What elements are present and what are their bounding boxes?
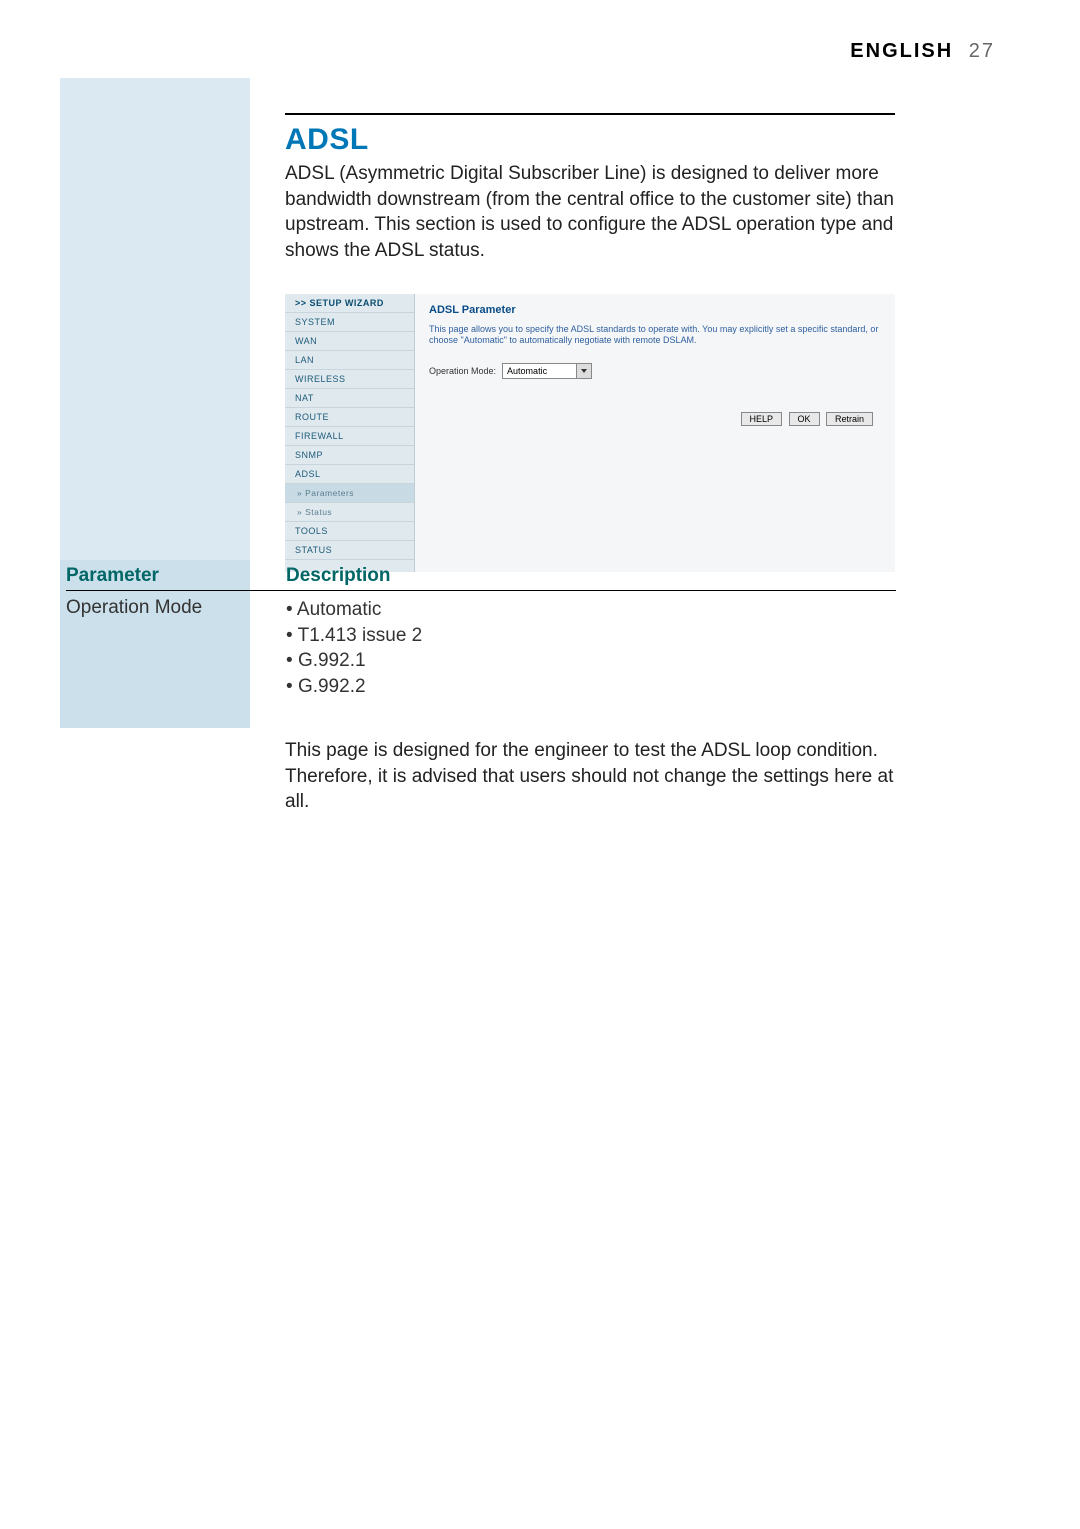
panel-title: ADSL Parameter (429, 304, 881, 316)
nav-status[interactable]: STATUS (285, 541, 414, 560)
option-g9921: G.992.1 (286, 648, 422, 674)
table-header-description: Description (286, 565, 391, 587)
nav-tools[interactable]: TOOLS (285, 522, 414, 541)
nav-route[interactable]: ROUTE (285, 408, 414, 427)
nav-parameters[interactable]: » Parameters (285, 484, 414, 503)
retrain-button[interactable]: Retrain (826, 412, 873, 426)
ok-button[interactable]: OK (789, 412, 820, 426)
nav-lan[interactable]: LAN (285, 351, 414, 370)
parameter-table: Parameter Description Operation Mode Aut… (66, 565, 896, 700)
router-main-panel: ADSL Parameter This page allows you to s… (415, 294, 895, 572)
chevron-down-icon (581, 369, 587, 373)
nav-adsl[interactable]: ADSL (285, 465, 414, 484)
param-name: Operation Mode (66, 597, 286, 700)
help-button[interactable]: HELP (741, 412, 783, 426)
nav-wireless[interactable]: WIRELESS (285, 370, 414, 389)
language-label: ENGLISH (850, 40, 953, 62)
operation-mode-label: Operation Mode: (429, 366, 496, 376)
router-nav: >> SETUP WIZARD SYSTEM WAN LAN WIRELESS … (285, 294, 415, 572)
nav-setup-wizard[interactable]: >> SETUP WIZARD (285, 294, 414, 313)
option-g9922: G.992.2 (286, 674, 422, 700)
operation-mode-value: Automatic (507, 366, 547, 376)
param-description: Automatic T1.413 issue 2 G.992.1 G.992.2 (286, 597, 422, 700)
nav-firewall[interactable]: FIREWALL (285, 427, 414, 446)
page-header: ENGLISH 27 (850, 40, 995, 63)
table-header-row: Parameter Description (66, 565, 896, 591)
nav-wan[interactable]: WAN (285, 332, 414, 351)
nav-nat[interactable]: NAT (285, 389, 414, 408)
table-header-parameter: Parameter (66, 565, 286, 587)
panel-description: This page allows you to specify the ADSL… (429, 324, 881, 347)
closing-note: This page is designed for the engineer t… (285, 738, 895, 815)
button-row: HELP OK Retrain (429, 409, 881, 427)
nav-snmp[interactable]: SNMP (285, 446, 414, 465)
operation-mode-row: Operation Mode: Automatic (429, 363, 881, 379)
nav-status-sub[interactable]: » Status (285, 503, 414, 522)
option-automatic: Automatic (286, 597, 422, 623)
section-title: ADSL (285, 123, 895, 157)
table-row: Operation Mode Automatic T1.413 issue 2 … (66, 597, 896, 700)
intro-text: ADSL (Asymmetric Digital Subscriber Line… (285, 161, 895, 264)
page-number: 27 (969, 40, 995, 62)
option-t1413: T1.413 issue 2 (286, 623, 422, 649)
operation-mode-select[interactable]: Automatic (502, 363, 592, 379)
router-screenshot: >> SETUP WIZARD SYSTEM WAN LAN WIRELESS … (285, 294, 895, 572)
title-rule (285, 113, 895, 115)
option-list: Automatic T1.413 issue 2 G.992.1 G.992.2 (286, 597, 422, 700)
nav-system[interactable]: SYSTEM (285, 313, 414, 332)
